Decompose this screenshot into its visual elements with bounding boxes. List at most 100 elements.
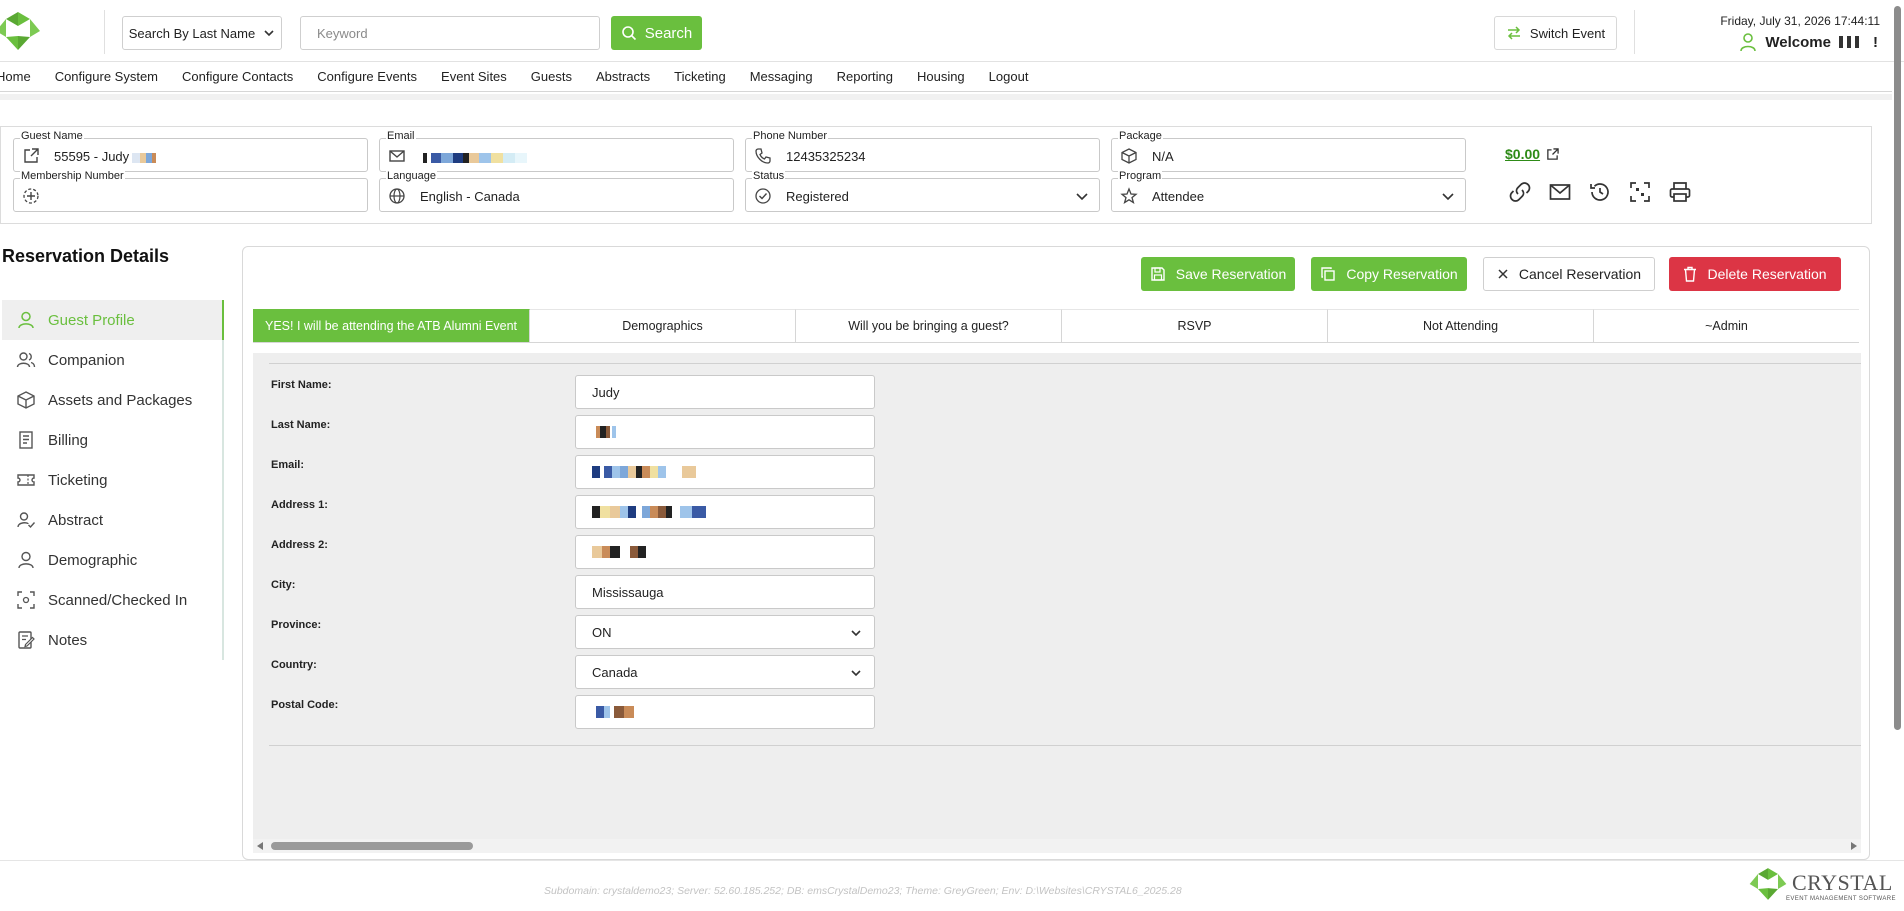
- welcome-text: Welcome: [1765, 33, 1831, 51]
- search-type-select[interactable]: Search By Last Name: [122, 16, 282, 50]
- history-icon[interactable]: [1588, 180, 1612, 204]
- save-reservation-button[interactable]: Save Reservation: [1141, 257, 1295, 291]
- redacted-text: [132, 152, 157, 163]
- welcome-user[interactable]: Welcome !: [1739, 32, 1878, 52]
- country-select[interactable]: Canada: [575, 655, 875, 689]
- last-name-input[interactable]: [575, 415, 875, 449]
- delete-reservation-button[interactable]: Delete Reservation: [1669, 257, 1841, 291]
- nav-logout[interactable]: Logout: [989, 69, 1029, 84]
- package-field[interactable]: Package N/A: [1111, 130, 1466, 172]
- nav-configure-system[interactable]: Configure System: [55, 69, 158, 84]
- scroll-left-arrow-icon[interactable]: [257, 842, 263, 850]
- sidenav-scanned-checked-in[interactable]: Scanned/Checked In: [2, 580, 224, 620]
- qr-scan-icon[interactable]: [1628, 180, 1652, 204]
- vertical-scrollbar[interactable]: [1892, 0, 1902, 740]
- tab-not-attending[interactable]: Not Attending: [1328, 309, 1594, 342]
- link-icon[interactable]: [1508, 180, 1532, 204]
- sidenav-ticketing[interactable]: Ticketing: [2, 460, 224, 500]
- keyword-input[interactable]: [300, 16, 600, 50]
- nav-housing[interactable]: Housing: [917, 69, 965, 84]
- language-field[interactable]: Language English - Canada: [379, 170, 734, 212]
- brand-tagline: EVENT MANAGEMENT SOFTWARE: [1786, 896, 1896, 902]
- copy-reservation-label: Copy Reservation: [1346, 266, 1458, 282]
- postal-code-input[interactable]: [575, 695, 875, 729]
- province-select[interactable]: ON: [575, 615, 875, 649]
- external-link-icon: [1547, 147, 1559, 160]
- nav-messaging[interactable]: Messaging: [750, 69, 813, 84]
- phone-label: Phone Number: [752, 130, 828, 142]
- mail-icon[interactable]: [1548, 180, 1572, 204]
- delete-reservation-label: Delete Reservation: [1707, 266, 1827, 282]
- email-input[interactable]: [575, 455, 875, 489]
- nav-home[interactable]: Home: [0, 69, 31, 84]
- search-button[interactable]: Search: [611, 16, 702, 50]
- globe-icon: [389, 188, 405, 204]
- nav-guests[interactable]: Guests: [531, 69, 572, 84]
- guest-name-value: 55595 - Judy: [54, 149, 157, 164]
- save-reservation-label: Save Reservation: [1175, 266, 1287, 282]
- nav-abstracts[interactable]: Abstracts: [596, 69, 650, 84]
- sidenav-abstract[interactable]: Abstract: [2, 500, 224, 540]
- phone-field[interactable]: Phone Number 12435325234: [745, 130, 1100, 172]
- address1-input[interactable]: [575, 495, 875, 529]
- sidenav-billing[interactable]: Billing: [2, 420, 224, 460]
- footer-divider: [0, 860, 1904, 861]
- brand-name: CRYSTAL: [1792, 870, 1893, 895]
- tab-bringing-guest[interactable]: Will you be bringing a guest?: [796, 309, 1062, 342]
- guest-name-field[interactable]: Guest Name 55595 - Judy: [13, 130, 368, 172]
- scrollbar-thumb[interactable]: [271, 842, 473, 850]
- redacted-username: [1839, 36, 1865, 48]
- sidenav-guest-profile[interactable]: Guest Profile: [2, 300, 224, 340]
- crystal-logo-icon[interactable]: [0, 10, 42, 52]
- scrollbar-thumb[interactable]: [1894, 6, 1901, 730]
- tab-rsvp[interactable]: RSVP: [1062, 309, 1328, 342]
- chevron-down-icon: [1442, 193, 1454, 201]
- nav-configure-events[interactable]: Configure Events: [317, 69, 417, 84]
- postal-code-row: Postal Code:: [253, 695, 875, 729]
- nav-event-sites[interactable]: Event Sites: [441, 69, 507, 84]
- sidenav-demographic[interactable]: Demographic: [2, 540, 224, 580]
- add-circle-icon[interactable]: [22, 187, 40, 205]
- external-link-icon[interactable]: [22, 147, 40, 165]
- scroll-right-arrow-icon[interactable]: [1851, 842, 1857, 850]
- tab-demographics[interactable]: Demographics: [530, 309, 796, 342]
- trash-icon: [1684, 266, 1697, 282]
- copy-reservation-button[interactable]: Copy Reservation: [1311, 257, 1467, 291]
- switch-event-label: Switch Event: [1529, 25, 1606, 41]
- program-select[interactable]: Program Attendee: [1111, 170, 1466, 212]
- email-field[interactable]: Email: [379, 130, 734, 172]
- nav-reporting[interactable]: Reporting: [837, 69, 893, 84]
- chevron-down-icon: [851, 670, 861, 677]
- horizontal-scrollbar[interactable]: [253, 839, 1861, 853]
- status-select[interactable]: Status Registered: [745, 170, 1100, 212]
- cancel-reservation-button[interactable]: Cancel Reservation: [1483, 257, 1655, 291]
- sidenav-label: Scanned/Checked In: [48, 591, 188, 609]
- print-icon[interactable]: [1668, 180, 1692, 204]
- tab-attending[interactable]: YES! I will be attending the ATB Alumni …: [253, 309, 530, 342]
- province-row: Province: ON: [253, 615, 875, 649]
- program-value: Attendee: [1152, 189, 1205, 204]
- first-name-input[interactable]: Judy: [575, 375, 875, 409]
- close-icon: [1498, 269, 1508, 279]
- reservation-tabs: YES! I will be attending the ATB Alumni …: [253, 309, 1859, 343]
- balance-amount-link[interactable]: $0.00: [1505, 146, 1559, 162]
- tab-admin[interactable]: ~Admin: [1594, 309, 1859, 342]
- sidenav-label: Abstract: [48, 511, 104, 529]
- switch-event-button[interactable]: Switch Event: [1494, 16, 1617, 50]
- membership-number-field[interactable]: Membership Number: [13, 170, 368, 212]
- status-label: Status: [752, 170, 786, 182]
- sidenav-companion[interactable]: Companion: [2, 340, 224, 380]
- nav-configure-contacts[interactable]: Configure Contacts: [182, 69, 293, 84]
- province-label: Province:: [271, 619, 322, 631]
- footer-logo: CRYSTAL EVENT MANAGEMENT SOFTWARE: [1748, 864, 1896, 906]
- receipt-icon: [19, 431, 33, 449]
- welcome-suffix: !: [1873, 33, 1878, 51]
- city-input[interactable]: Mississauga: [575, 575, 875, 609]
- address1-label: Address 1:: [271, 499, 328, 511]
- address2-input[interactable]: [575, 535, 875, 569]
- sidenav-notes[interactable]: Notes: [2, 620, 224, 660]
- sidenav-assets-and-packages[interactable]: Assets and Packages: [2, 380, 224, 420]
- user-icon: [18, 551, 34, 569]
- save-icon: [1151, 267, 1165, 281]
- nav-ticketing[interactable]: Ticketing: [674, 69, 726, 84]
